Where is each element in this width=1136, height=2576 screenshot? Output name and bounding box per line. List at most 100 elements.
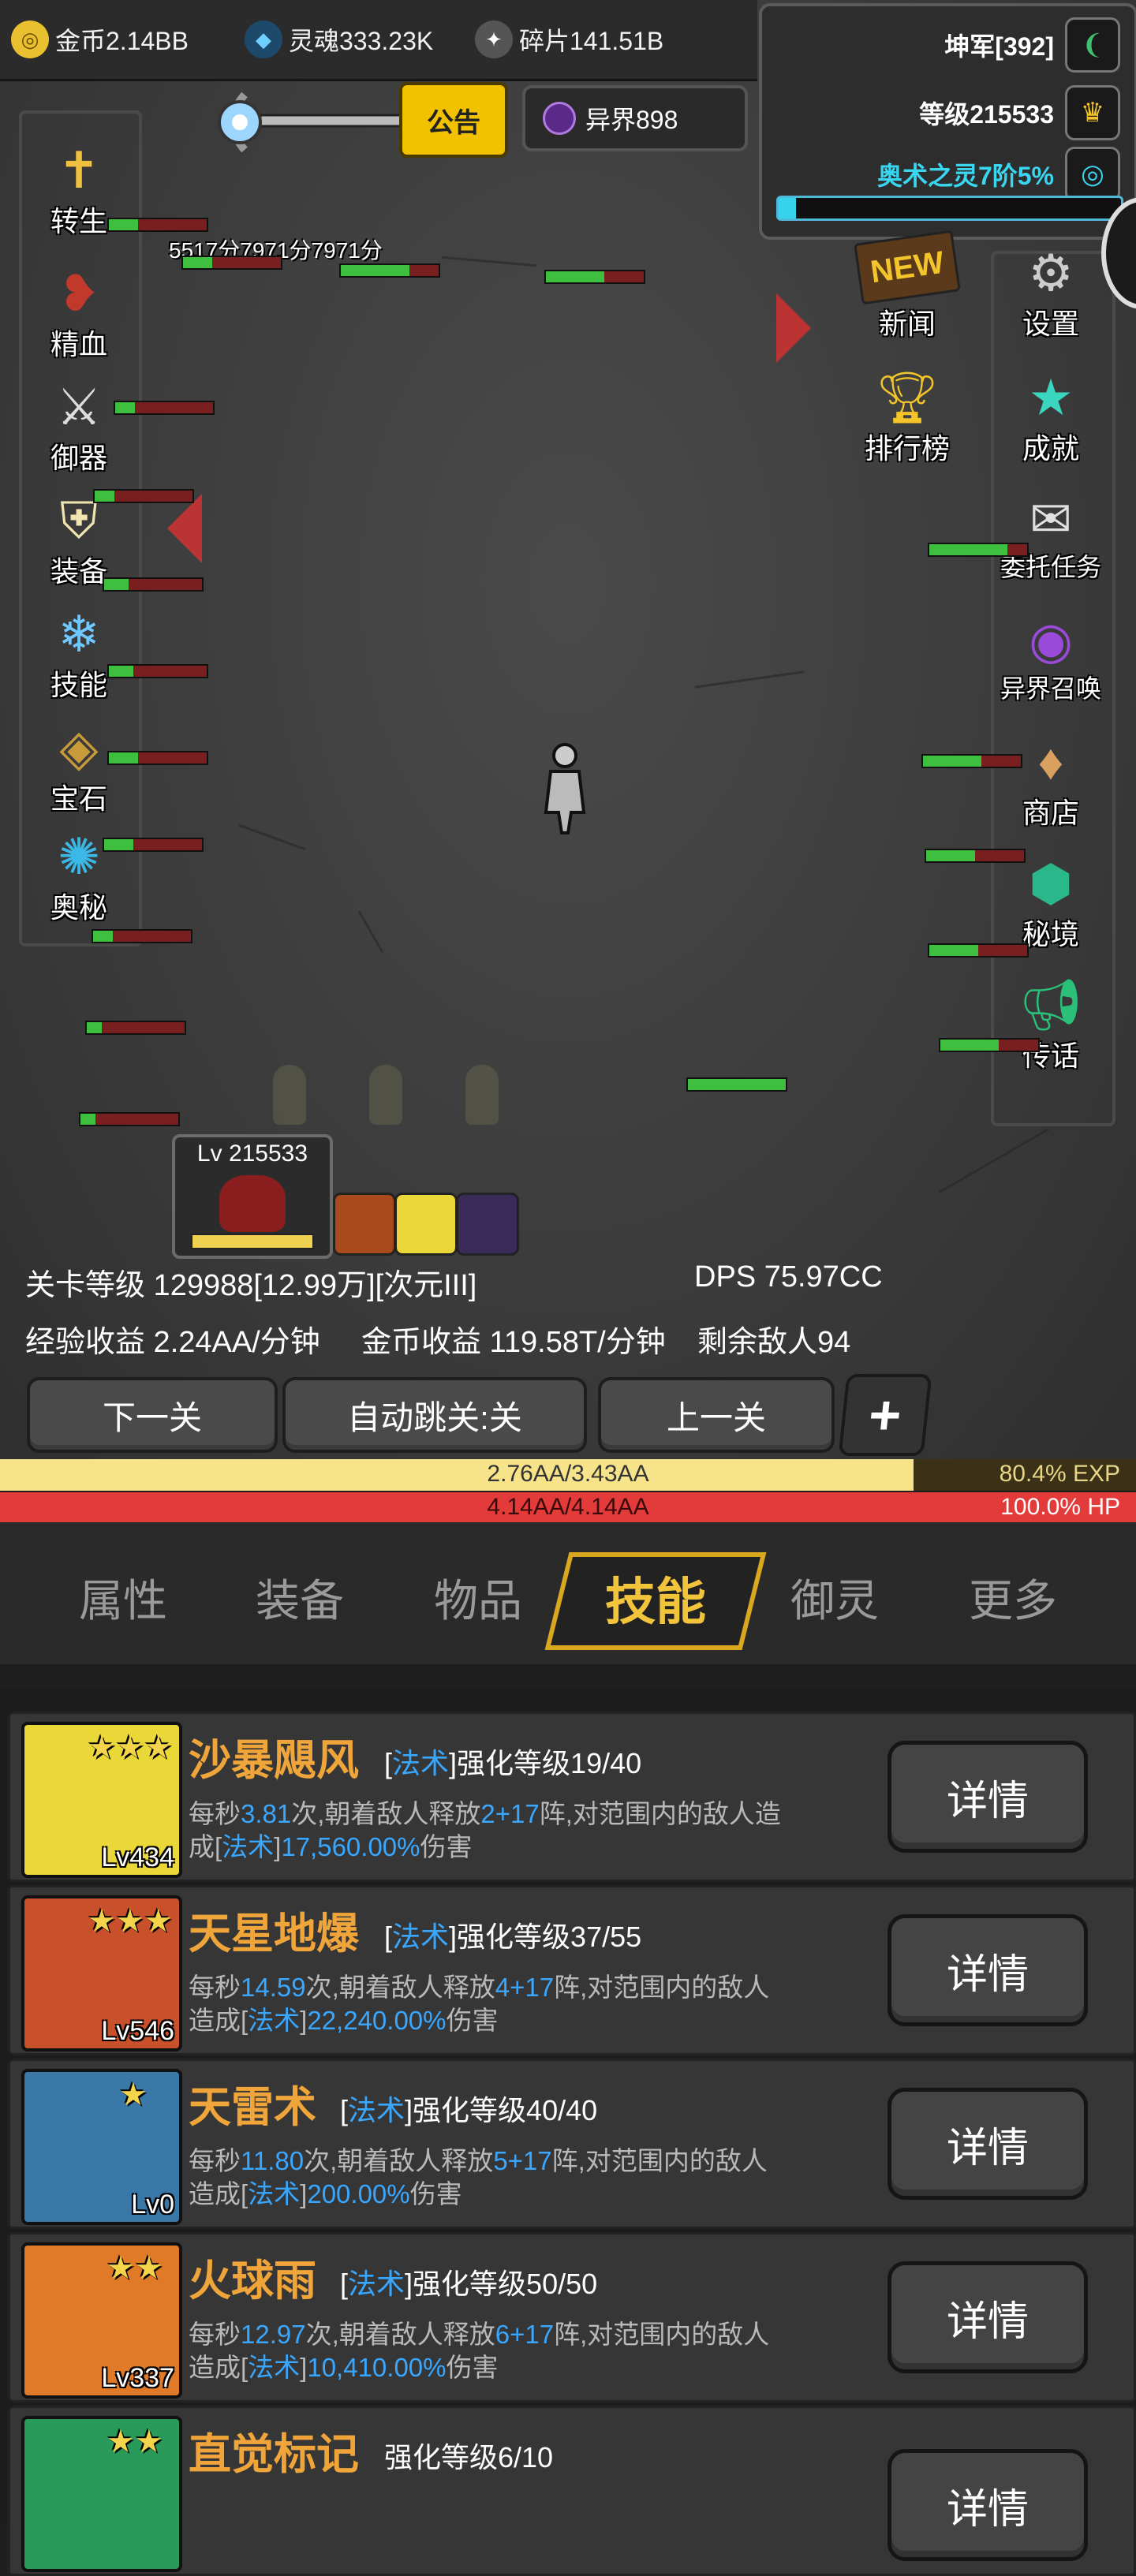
avatar-exp-bar [191,1234,314,1249]
shard-display: ✦ 碎片141.51B [475,17,663,62]
ghost-enemy [369,1065,402,1125]
menu-shop[interactable]: ♦ 商店 [996,726,1106,836]
trophy-icon: 🏆︎ [875,368,940,426]
enemy-hp-bar [339,263,440,278]
enemy-hp-bar [921,754,1022,768]
menu-leaderboard[interactable]: 🏆︎ 排行榜 [852,361,962,472]
enemy-hp-bar [107,218,208,232]
tab-attributes[interactable]: 属性 [52,1566,194,1630]
rank-row: 坤军[392] ❨ [944,17,1120,73]
enemy-hp-bar [928,543,1029,557]
tab-skills[interactable]: 技能 [557,1562,754,1634]
shop-bag-icon: ♦ [1037,734,1064,790]
enemy-hp-bar [925,849,1026,863]
thunder-icon: ★ Lv0 [21,2069,182,2225]
demon-portrait-icon [219,1175,286,1232]
level-row: 等级215533 ♛ [919,85,1120,140]
gold-coin-icon: ◎ [11,21,49,58]
tab-equipment[interactable]: 装备 [229,1566,371,1630]
enemy-hp-bar [686,1077,787,1092]
left-arrow-icon[interactable] [167,494,202,563]
menu-gems[interactable]: ◈ 宝石 [24,711,134,822]
menu-achievement[interactable]: ★ 成就 [996,361,1106,472]
skill-row: ★ Lv0 天雷术 [法术]强化等级40/40 每秒11.80次,朝着敌人释放5… [8,2059,1136,2229]
skill-meta: 强化等级6/10 [384,2441,554,2473]
spiral-icon: ◎ [1065,147,1120,202]
otherworld-counter[interactable]: 异界898 [522,85,748,151]
prev-stage-button[interactable]: 上一关 [598,1377,835,1453]
sandstorm-icon: ★★★ Lv434 [21,1722,182,1878]
soul-display: ◆ 灵魂333.23K [245,17,433,62]
enemy-hp-bar [93,489,194,503]
detail-button[interactable]: 详情 [888,2088,1088,2200]
gem-bag-icon: ◈ [59,719,99,776]
stage-level: 关卡等级 129988[12.99万][次元III] [25,1269,477,1302]
detail-button[interactable]: 详情 [888,2261,1088,2373]
menu-blood[interactable]: ❥ 精血 [24,257,134,368]
menu-otherworld-summon[interactable]: ◉ 异界召唤 [996,604,1106,715]
menu-settings[interactable]: ⚙ 设置 [996,237,1106,347]
skill-list: ★★★ Lv434 沙暴飓风 [法术]强化等级19/40 每秒3.81次,朝着敌… [0,1688,1136,2576]
gold-display: ◎ 金币2.14BB [11,17,189,62]
remaining-enemies: 剩余敌人94 [697,1326,851,1359]
portal-icon: ◉ [1029,611,1073,669]
tab-more[interactable]: 更多 [942,1566,1084,1630]
menu-secret-realm[interactable]: ⬢ 秘境 [996,847,1106,958]
menu-artifact[interactable]: ⚔ 御器 [24,371,134,481]
vortex-icon: ✺ [58,827,100,885]
detail-button[interactable]: 详情 [888,1741,1088,1853]
plus-button[interactable]: + [838,1374,932,1456]
tab-items[interactable]: 物品 [407,1566,549,1630]
enemy-hp-bar [79,1112,180,1126]
soul-icon: ◆ [245,21,282,58]
intuition-mark-icon: ★★ [21,2416,182,2572]
hero-character [544,743,586,834]
active-skill-dark-icon[interactable] [456,1193,519,1256]
skill-description: 每秒3.81次,朝着敌人释放2+17阵,对范围内的敌人造 成[法术]17,560.… [189,1799,781,1861]
ghost-enemy [273,1065,306,1125]
enemy-hp-bar [181,256,282,270]
menu-news[interactable]: NEW 新闻 [852,230,962,347]
enemy-hp-bar [85,1021,186,1035]
auto-skip-button[interactable]: 自动跳关:关 [282,1377,587,1453]
ice-crystal-icon: ❄ [58,605,100,663]
arcane-row: 奥术之灵7阶5% ◎ [877,147,1120,202]
next-stage-button[interactable]: 下一关 [27,1377,278,1453]
arcane-progress-bar [776,196,1123,221]
sword-icon: ⚔ [56,378,102,435]
main-tabs: 属性 装备 物品 技能 御灵 更多 [0,1522,1136,1664]
horn-icon: 📢︎ [1018,976,1083,1033]
rank-icon: ❨ [1065,17,1120,73]
scepter-icon [218,91,418,153]
detail-button[interactable]: 详情 [888,1914,1088,2026]
tab-spirits[interactable]: 御灵 [764,1566,906,1630]
menu-arcane[interactable]: ✺ 奥秘 [24,820,134,931]
enemy-hp-bar [544,270,645,284]
menu-message[interactable]: 📢︎ 传话 [996,969,1106,1079]
skill-meta: [法术]强化等级50/50 [340,2268,598,2300]
skill-meta: [法术]强化等级40/40 [340,2094,598,2126]
meat-icon: ❥ [58,264,100,322]
active-skill-fire-icon[interactable] [333,1193,396,1256]
menu-commission[interactable]: ✉ 委托任务 [996,483,1106,593]
skill-row: ★★ 直觉标记 强化等级6/10 详情 [8,2406,1136,2576]
currency-bar: ◎ 金币2.14BB ◆ 灵魂333.23K ✦ 碎片141.51B [0,0,757,81]
skill-meta: [法术]强化等级37/55 [384,1921,642,1953]
player-panel[interactable]: 坤军[392] ❨ 等级215533 ♛ 奥术之灵7阶5% ◎ [759,3,1136,240]
skill-description: 每秒11.80次,朝着敌人释放5+17阵,对范围内的敌人 造成[法术]200.00… [189,2146,768,2208]
skill-row: ★★★ Lv546 天星地爆 [法术]强化等级37/55 每秒14.59次,朝着… [8,1885,1136,2055]
hp-bar: 4.14AA/4.14AA 100.0% HP [0,1492,1136,1524]
menu-skills[interactable]: ❄ 技能 [24,598,134,708]
shard-icon: ✦ [475,21,513,58]
active-skill-tornado-icon[interactable] [394,1193,458,1256]
right-arrow-icon[interactable] [776,293,811,363]
dps-value: DPS 75.97CC [694,1260,883,1294]
fireball-icon: ★★ Lv337 [21,2242,182,2399]
gold-rate: 金币收益 119.58T/分钟 [361,1326,666,1359]
detail-button[interactable]: 详情 [888,2449,1088,2561]
star-icon: ★ [1028,368,1074,426]
enemy-hp-bar [92,929,192,943]
hero-avatar[interactable]: Lv 215533 [172,1134,333,1259]
notice-button[interactable]: 公告 [399,82,508,158]
enemy-hp-bar [103,838,204,852]
